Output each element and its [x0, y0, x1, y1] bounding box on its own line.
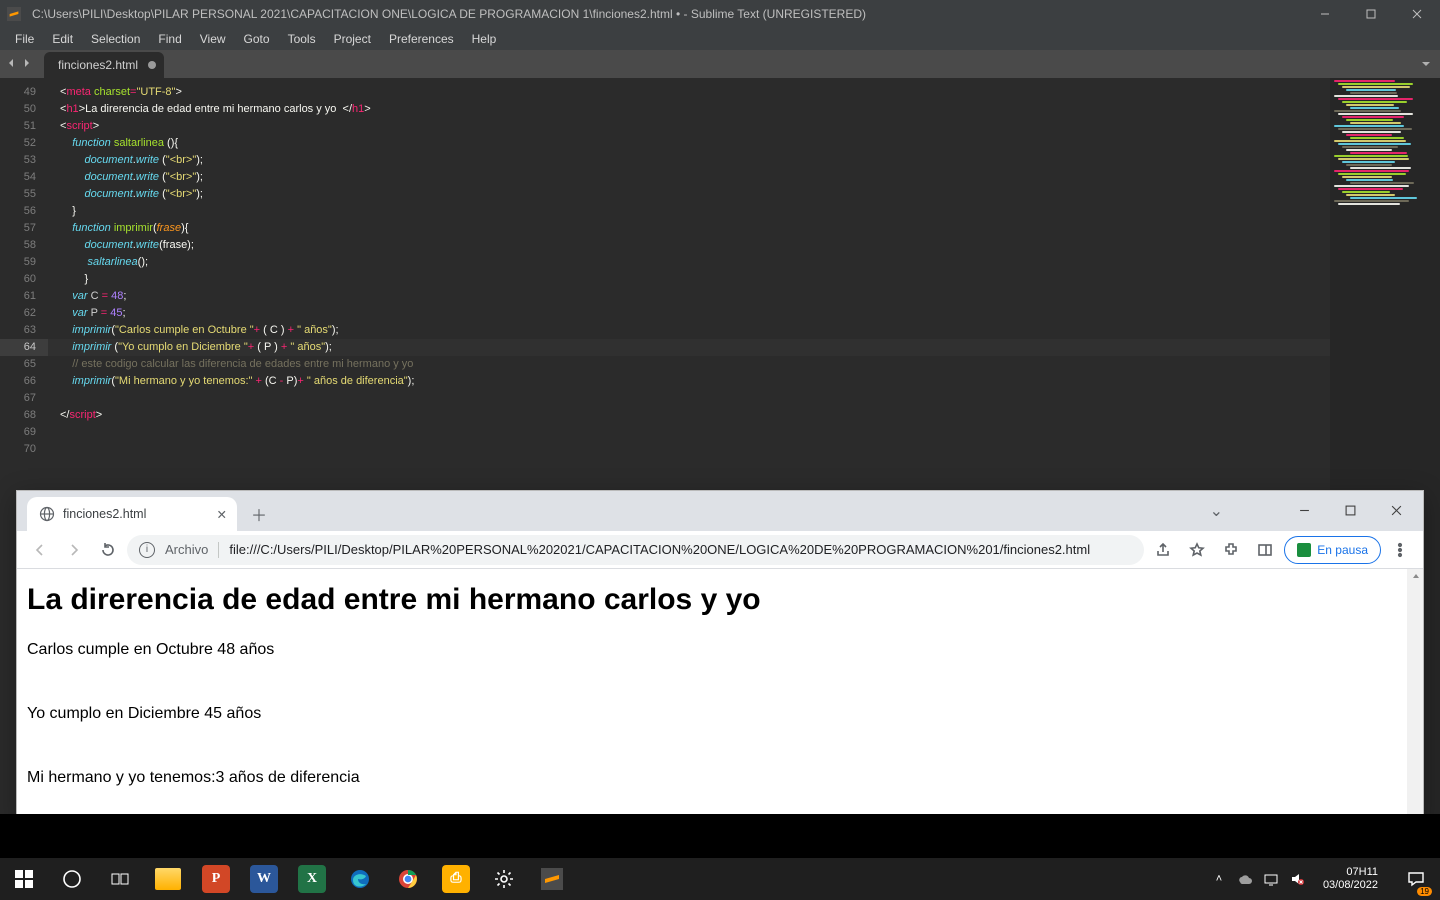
windows-taskbar: P W X ⎙ ˄ 07H11 03/08/2022 19	[0, 858, 1440, 900]
menu-view[interactable]: View	[191, 30, 235, 48]
menu-find[interactable]: Find	[149, 30, 190, 48]
sublime-titlebar: C:\Users\PILI\Desktop\PILAR PERSONAL 202…	[0, 0, 1440, 28]
page-line-1: Carlos cumple en Octubre 48 años	[27, 641, 1397, 659]
page-line-2: Yo cumplo en Diciembre 45 años	[27, 705, 1397, 723]
maximize-button[interactable]	[1348, 0, 1394, 28]
tray-chevron-up-icon[interactable]: ˄	[1211, 871, 1227, 887]
desktop-gap	[0, 814, 1440, 858]
sublime-taskbar-icon[interactable]	[528, 858, 576, 900]
address-url: file:///C:/Users/PILI/Desktop/PILAR%20PE…	[229, 542, 1132, 557]
profile-chip[interactable]: En pausa	[1284, 536, 1381, 564]
browser-toolbar: i Archivo file:///C:/Users/PILI/Desktop/…	[17, 531, 1423, 569]
close-button[interactable]	[1394, 0, 1440, 28]
browser-scrollbar[interactable]	[1407, 569, 1423, 819]
site-info-icon[interactable]: i	[139, 542, 155, 558]
menu-file[interactable]: File	[6, 30, 43, 48]
sublime-title: C:\Users\PILI\Desktop\PILAR PERSONAL 202…	[28, 7, 1302, 21]
page-line-3: Mi hermano y yo tenemos:3 años de difere…	[27, 769, 1397, 787]
tray-volume-icon[interactable]	[1289, 871, 1305, 887]
new-tab-button[interactable]: ＋	[245, 500, 273, 528]
app-icon-1[interactable]: ⎙	[432, 858, 480, 900]
powerpoint-icon[interactable]: P	[192, 858, 240, 900]
tab-close-icon[interactable]: ✕	[217, 507, 227, 522]
kebab-menu-icon[interactable]	[1385, 535, 1415, 565]
page-heading: La direrencia de edad entre mi hermano c…	[27, 583, 1397, 617]
notif-badge: 19	[1417, 887, 1432, 896]
nav-forward-icon[interactable]	[59, 535, 89, 565]
profile-chip-label: En pausa	[1317, 543, 1368, 557]
reload-icon[interactable]	[93, 535, 123, 565]
unsaved-dot-icon	[148, 61, 156, 69]
browser-minimize-button[interactable]	[1281, 495, 1327, 525]
action-center-icon[interactable]: 19	[1396, 858, 1436, 900]
menu-preferences[interactable]: Preferences	[380, 30, 463, 48]
address-bar[interactable]: i Archivo file:///C:/Users/PILI/Desktop/…	[127, 535, 1144, 565]
browser-close-button[interactable]	[1373, 495, 1419, 525]
rendered-page: La direrencia de edad entre mi hermano c…	[17, 569, 1407, 819]
start-button[interactable]	[0, 858, 48, 900]
cortana-icon[interactable]	[48, 858, 96, 900]
extensions-icon[interactable]	[1216, 535, 1246, 565]
sidepanel-icon[interactable]	[1250, 535, 1280, 565]
menu-edit[interactable]: Edit	[43, 30, 82, 48]
editor-tab-label: finciones2.html	[58, 58, 138, 72]
tab-history-fwd-icon[interactable]	[22, 55, 32, 73]
browser-tabstrip: finciones2.html ✕ ＋ ⌄	[17, 491, 1423, 531]
menu-help[interactable]: Help	[463, 30, 506, 48]
browser-maximize-button[interactable]	[1327, 495, 1373, 525]
globe-icon	[39, 506, 55, 522]
tray-clock[interactable]: 07H11 03/08/2022	[1315, 866, 1386, 892]
sublime-tabstrip: finciones2.html	[0, 50, 1440, 78]
edge-icon[interactable]	[336, 858, 384, 900]
menu-selection[interactable]: Selection	[82, 30, 149, 48]
system-tray: ˄ 07H11 03/08/2022 19	[1211, 858, 1440, 900]
browser-window: finciones2.html ✕ ＋ ⌄ i Archivo file:///…	[16, 490, 1424, 820]
tab-history-back-icon[interactable]	[6, 55, 16, 73]
menu-goto[interactable]: Goto	[235, 30, 279, 48]
sublime-menubar: File Edit Selection Find View Goto Tools…	[0, 28, 1440, 50]
nav-back-icon[interactable]	[25, 535, 55, 565]
tray-time: 07H11	[1346, 866, 1378, 879]
tray-onedrive-icon[interactable]	[1237, 871, 1253, 887]
bookmark-star-icon[interactable]	[1182, 535, 1212, 565]
word-icon[interactable]: W	[240, 858, 288, 900]
sublime-logo-icon	[0, 0, 28, 28]
file-explorer-icon[interactable]	[144, 858, 192, 900]
excel-icon[interactable]: X	[288, 858, 336, 900]
minimize-button[interactable]	[1302, 0, 1348, 28]
browser-tab-title: finciones2.html	[63, 507, 146, 521]
menu-tools[interactable]: Tools	[279, 30, 325, 48]
share-icon[interactable]	[1148, 535, 1178, 565]
tray-date: 03/08/2022	[1323, 879, 1378, 892]
tray-network-icon[interactable]	[1263, 871, 1279, 887]
menu-project[interactable]: Project	[325, 30, 380, 48]
settings-icon[interactable]	[480, 858, 528, 900]
browser-tab[interactable]: finciones2.html ✕	[27, 497, 237, 531]
chrome-icon[interactable]	[384, 858, 432, 900]
profile-avatar-icon	[1297, 543, 1311, 557]
tabs-dropdown-icon[interactable]	[1420, 57, 1432, 75]
tab-search-icon[interactable]: ⌄	[1210, 501, 1223, 521]
task-view-icon[interactable]	[96, 858, 144, 900]
editor-tab[interactable]: finciones2.html	[44, 52, 164, 78]
address-label: Archivo	[165, 542, 208, 557]
